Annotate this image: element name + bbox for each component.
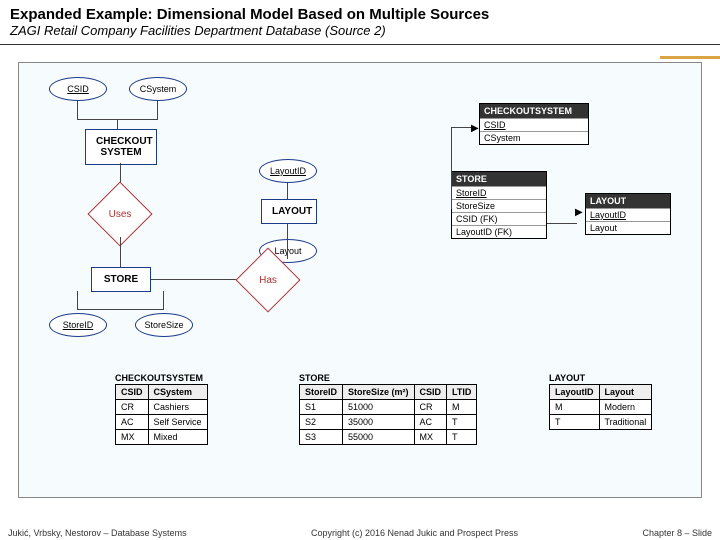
line xyxy=(547,223,577,224)
entity-layout: LAYOUT xyxy=(261,199,317,224)
attr-layoutid: LayoutID xyxy=(259,159,317,183)
rel-has: Has xyxy=(245,257,291,303)
accent-bar xyxy=(660,56,720,59)
line xyxy=(451,127,452,209)
table-checkoutsystem: CHECKOUTSYSTEM CSIDCSystem CRCashiers AC… xyxy=(115,373,208,445)
footer: Jukić, Vrbsky, Nestorov – Database Syste… xyxy=(0,528,720,538)
line xyxy=(120,237,121,267)
line xyxy=(451,127,471,128)
page-subtitle: ZAGI Retail Company Facilities Departmen… xyxy=(0,23,720,45)
footer-right: Chapter 8 – Slide xyxy=(642,528,712,538)
line xyxy=(77,309,164,310)
line xyxy=(77,101,78,119)
diagram-canvas: CSID CSystem CHECKOUT SYSTEM Uses STORE … xyxy=(18,62,702,498)
entity-checkout-system: CHECKOUT SYSTEM xyxy=(85,129,157,165)
line xyxy=(163,291,164,309)
entity-store: STORE xyxy=(91,267,151,292)
table-store: STORE StoreIDStoreSize (m²)CSIDLTID S151… xyxy=(299,373,477,445)
attr-csystem: CSystem xyxy=(129,77,187,101)
page-title: Expanded Example: Dimensional Model Base… xyxy=(0,0,720,23)
arrow-icon: ▶ xyxy=(575,207,583,218)
schema-store: STORE StoreID StoreSize CSID (FK) Layout… xyxy=(451,171,547,239)
rel-uses: Uses xyxy=(97,191,143,237)
attr-storesize: StoreSize xyxy=(135,313,193,337)
line xyxy=(151,279,247,280)
line xyxy=(287,223,288,259)
line xyxy=(287,183,288,199)
schema-checkoutsystem: CHECKOUTSYSTEM CSID CSystem xyxy=(479,103,589,145)
footer-left: Jukić, Vrbsky, Nestorov – Database Syste… xyxy=(8,528,187,538)
table-layout: LAYOUT LayoutIDLayout MModern TTradition… xyxy=(549,373,652,430)
line xyxy=(117,119,118,129)
attr-csid: CSID xyxy=(49,77,107,101)
line xyxy=(157,101,158,119)
arrow-icon: ▶ xyxy=(471,123,479,134)
schema-layout: LAYOUT LayoutID Layout xyxy=(585,193,671,235)
footer-center: Copyright (c) 2016 Nenad Jukic and Prosp… xyxy=(187,528,643,538)
attr-storeid: StoreID xyxy=(49,313,107,337)
line xyxy=(77,291,78,309)
